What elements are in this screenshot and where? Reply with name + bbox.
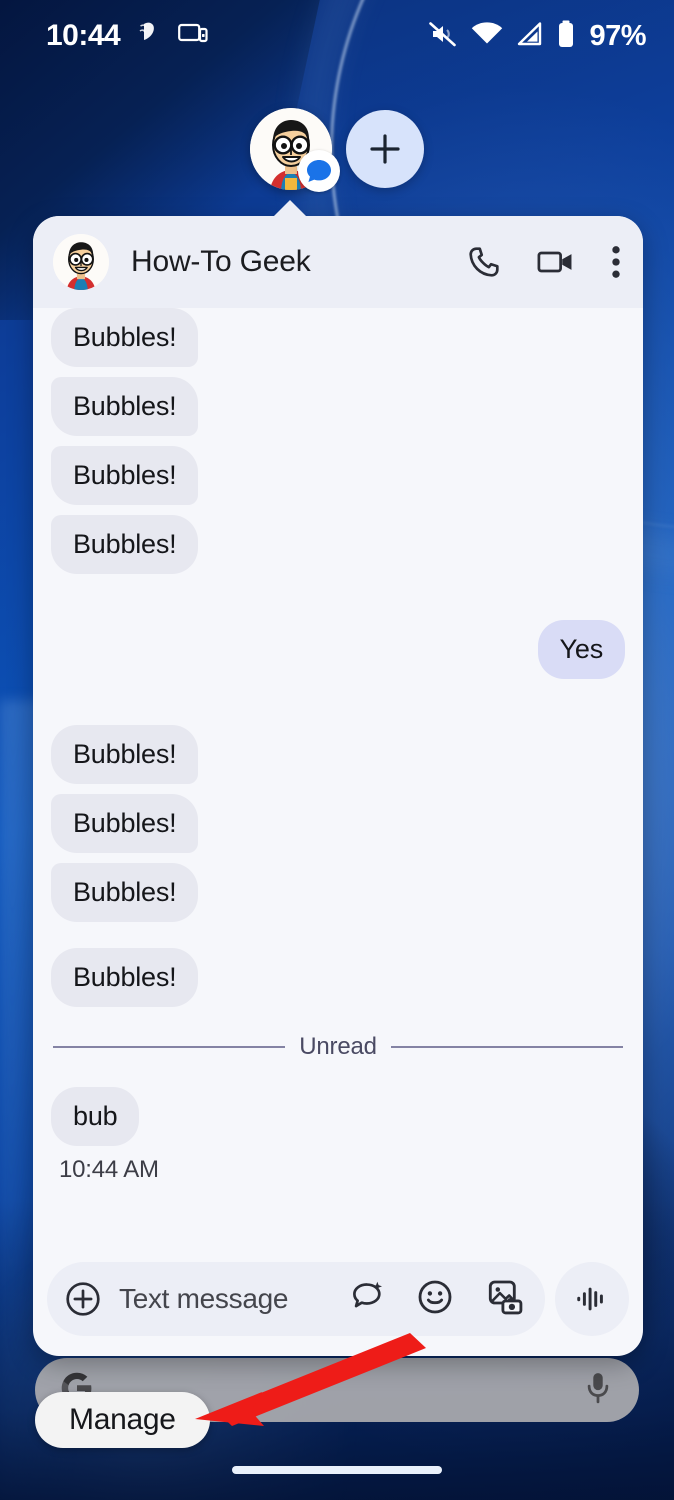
more-vertical-icon[interactable] — [611, 245, 621, 279]
message-bubble-outgoing[interactable]: Yes — [537, 620, 625, 680]
message-row[interactable]: Bubbles! — [51, 446, 625, 506]
unread-divider-label: Unread — [299, 1033, 377, 1061]
message-row[interactable]: Yes — [51, 620, 625, 680]
message-bubble-incoming[interactable]: Bubbles! — [51, 948, 199, 1008]
chat-header-actions — [467, 245, 621, 279]
bubble-chat-panel: How-To Geek Bubbles! Bubbles! Bubbles! B… — [33, 216, 643, 1356]
bubble-spacer — [51, 1061, 625, 1087]
message-bubble-incoming[interactable]: Bubbles! — [51, 308, 199, 368]
chat-header: How-To Geek — [33, 216, 643, 308]
message-list[interactable]: Bubbles! Bubbles! Bubbles! Bubbles! Yes … — [33, 308, 643, 1252]
message-bubble-incoming[interactable]: Bubbles! — [51, 863, 199, 923]
message-bubble-incoming[interactable]: Bubbles! — [51, 515, 199, 575]
cast-screen-icon — [178, 22, 208, 51]
unread-divider-line-right — [390, 1046, 624, 1049]
status-bar: 10:44 97% — [0, 0, 674, 72]
status-bar-right: 97% — [428, 20, 646, 53]
bubble-spacer — [51, 367, 625, 377]
ringer-muted-icon — [428, 20, 458, 53]
plus-icon — [370, 134, 400, 164]
compose-bar: Text message — [33, 1252, 643, 1356]
bubble-panel-pointer — [272, 200, 308, 218]
wifi-icon — [471, 21, 503, 51]
message-row[interactable]: Bubbles! — [51, 515, 625, 575]
microphone-icon[interactable] — [583, 1371, 613, 1410]
emoji-smiley-icon[interactable] — [417, 1279, 453, 1320]
message-row[interactable]: Bubbles! — [51, 377, 625, 437]
message-input-placeholder[interactable]: Text message — [119, 1283, 347, 1315]
bubble-spacer — [51, 784, 625, 794]
unread-divider-line-left — [53, 1046, 286, 1049]
message-row[interactable]: Bubbles! — [51, 948, 625, 1008]
bubble-spacer — [51, 574, 625, 620]
add-bubble-button[interactable] — [346, 110, 424, 188]
chat-header-avatar[interactable] — [53, 234, 109, 290]
floating-bubble-row — [0, 108, 674, 192]
message-input-container[interactable]: Text message — [47, 1262, 545, 1336]
chat-title: How-To Geek — [131, 245, 311, 278]
voice-waveform-icon — [577, 1287, 603, 1311]
messages-app-badge-icon — [298, 150, 340, 192]
message-row[interactable]: Bubbles! — [51, 308, 625, 368]
status-bar-clock: 10:44 — [46, 19, 121, 52]
battery-percentage: 97% — [589, 19, 646, 52]
unread-divider: Unread — [51, 1033, 625, 1061]
silent-notifications-icon — [138, 21, 160, 52]
message-bubble-incoming[interactable]: Bubbles! — [51, 446, 199, 506]
video-camera-icon[interactable] — [537, 245, 575, 279]
message-timestamp: 10:44 AM — [59, 1156, 159, 1184]
message-row[interactable]: Bubbles! — [51, 863, 625, 923]
battery-icon — [557, 20, 575, 53]
manage-button-label: Manage — [69, 1403, 176, 1436]
status-bar-left: 10:44 — [46, 19, 208, 53]
message-bubble-incoming[interactable]: Bubbles! — [51, 725, 199, 785]
bubble-spacer — [51, 922, 625, 948]
cellular-signal-icon — [516, 21, 544, 51]
gallery-camera-icon[interactable] — [485, 1279, 525, 1320]
voice-message-button[interactable] — [555, 1262, 629, 1336]
bubble-spacer — [51, 1146, 625, 1156]
message-bubble-incoming[interactable]: Bubbles! — [51, 794, 199, 854]
bubble-spacer — [51, 1007, 625, 1033]
compose-action-icons — [347, 1279, 525, 1320]
message-bubble-incoming-latest[interactable]: bub — [51, 1087, 140, 1147]
message-row[interactable]: Bubbles! — [51, 794, 625, 854]
plus-circle-icon[interactable] — [65, 1281, 101, 1317]
bubble-spacer — [51, 679, 625, 725]
manage-button[interactable]: Manage — [35, 1392, 210, 1448]
message-row[interactable]: bub — [51, 1087, 625, 1147]
phone-icon[interactable] — [467, 245, 501, 279]
conversation-bubble-how-to-geek[interactable] — [250, 108, 340, 192]
home-indicator-pill[interactable] — [232, 1466, 442, 1474]
message-row[interactable]: Bubbles! — [51, 725, 625, 785]
bubble-spacer — [51, 853, 625, 863]
magic-compose-sparkle-icon[interactable] — [347, 1280, 385, 1319]
bubble-spacer — [51, 436, 625, 446]
bubble-spacer — [51, 505, 625, 515]
message-bubble-incoming[interactable]: Bubbles! — [51, 377, 199, 437]
